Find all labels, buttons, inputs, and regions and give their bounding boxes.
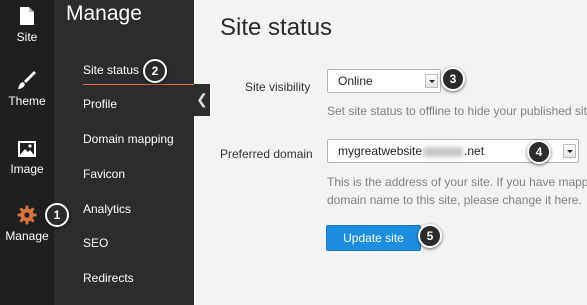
site-visibility-value: Online: [338, 74, 373, 88]
image-icon: [18, 141, 36, 157]
step-badge-1: 1: [45, 203, 69, 227]
nav-item-profile[interactable]: Profile: [83, 97, 117, 111]
rail-item-label: Manage: [5, 229, 49, 243]
chevron-down-icon: [425, 74, 438, 88]
update-site-button[interactable]: Update site: [326, 225, 421, 251]
icon-rail: Site Theme Image Manage: [0, 0, 54, 305]
step-badge-3: 3: [441, 67, 465, 91]
step-badge-2: 2: [143, 59, 167, 83]
nav-item-seo[interactable]: SEO: [83, 236, 108, 250]
rail-item-image[interactable]: Image: [0, 140, 54, 176]
page-title: Site status: [220, 14, 333, 41]
redacted-text: [423, 146, 464, 157]
rail-item-label: Image: [10, 162, 44, 176]
active-indicator: [83, 84, 197, 85]
nav-item-favicon[interactable]: Favicon: [83, 167, 125, 181]
domain-value-prefix: mygreatwebsite: [338, 144, 423, 158]
site-visibility-help: Set site status to offline to hide your …: [327, 104, 587, 118]
site-visibility-label: Site visibility: [245, 80, 311, 94]
preferred-domain-help-2: domain name to this site, please change …: [327, 193, 582, 207]
page-icon: [20, 7, 34, 25]
paintbrush-icon: [18, 71, 36, 89]
site-visibility-select[interactable]: Online: [327, 69, 441, 93]
step-badge-4: 4: [527, 140, 551, 164]
rail-item-site[interactable]: Site: [0, 6, 54, 44]
domain-value-suffix: .net: [464, 144, 485, 158]
manage-panel: Manage Site status Profile Domain mappin…: [54, 0, 194, 305]
chevron-down-icon: [563, 144, 576, 158]
nav-item-domain-mapping[interactable]: Domain mapping: [83, 132, 174, 146]
nav-item-site-status[interactable]: Site status: [83, 63, 139, 77]
rail-item-label: Site: [16, 30, 38, 44]
preferred-domain-label: Preferred domain: [220, 147, 313, 161]
rail-item-label: Theme: [8, 94, 46, 108]
step-badge-5: 5: [418, 224, 442, 248]
collapse-panel-button[interactable]: ❮: [194, 84, 210, 116]
rail-item-theme[interactable]: Theme: [0, 70, 54, 108]
panel-title: Manage: [66, 2, 142, 25]
nav-item-redirects[interactable]: Redirects: [83, 271, 134, 285]
gear-icon: [17, 205, 37, 225]
nav-item-analytics[interactable]: Analytics: [83, 202, 131, 216]
chevron-left-icon: ❮: [196, 91, 208, 107]
preferred-domain-help-1: This is the address of your site. If you…: [327, 175, 587, 189]
